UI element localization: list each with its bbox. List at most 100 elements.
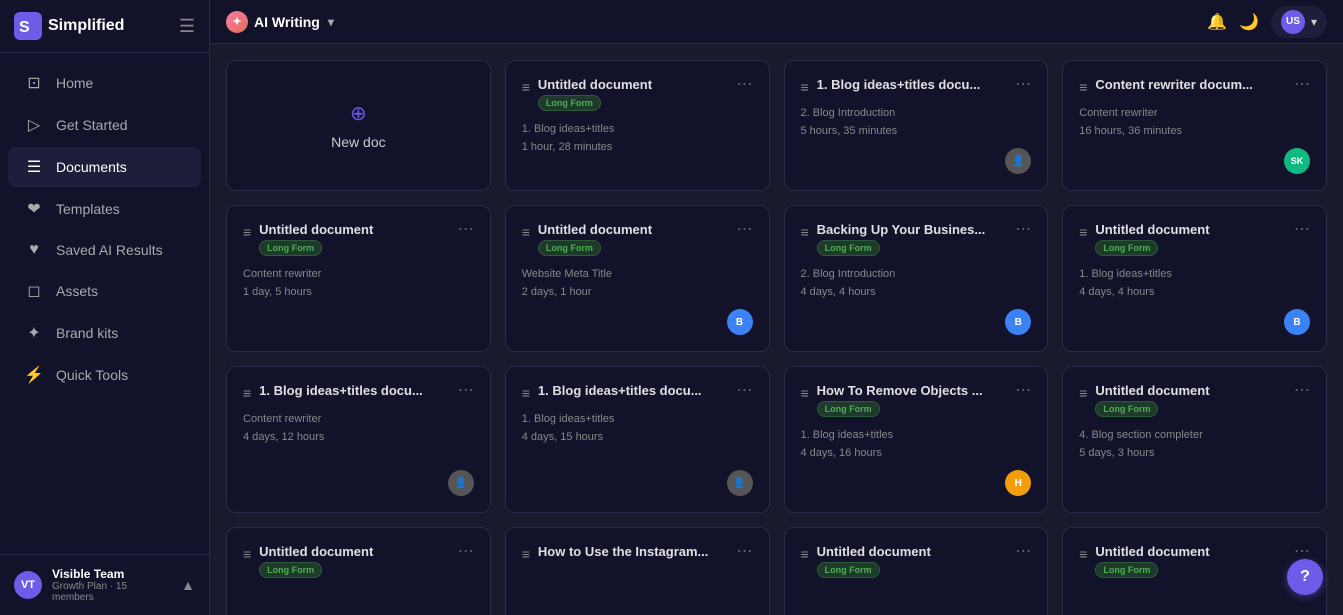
card-title: Untitled document [259,544,450,559]
card-user-avatar: 👤 [448,470,474,496]
help-button[interactable]: ? [1287,559,1323,595]
document-card[interactable]: ≡ Untitled document Long Form ⋯ [226,527,491,615]
get-started-icon: ▷ [24,115,44,135]
card-badge: Long Form [1095,562,1158,578]
sidebar-collapse-button[interactable]: ☰ [179,16,195,37]
sidebar-footer: VT Visible Team Growth Plan · 15 members… [0,554,209,615]
app-name: Simplified [48,17,124,35]
card-user-avatar: B [727,309,753,335]
document-card[interactable]: ≡ How to Use the Instagram... ⋯ [505,527,770,615]
card-title: Untitled document [817,544,1008,559]
doc-icon: ≡ [801,224,809,240]
sidebar-item-templates[interactable]: ❤ Templates [8,189,201,229]
document-card[interactable]: ≡ Content rewriter docum... ⋯ Content re… [1062,60,1327,191]
main-area: ✦ AI Writing ▾ 🔔 🌙 US ▾ ⊕ New doc [210,0,1343,615]
card-header: ≡ 1. Blog ideas+titles docu... ⋯ [243,383,474,401]
card-menu-button[interactable]: ⋯ [1294,222,1310,238]
doc-icon: ≡ [522,224,530,240]
sidebar-item-get-started[interactable]: ▷ Get Started [8,105,201,145]
card-menu-button[interactable]: ⋯ [1294,383,1310,399]
card-menu-button[interactable]: ⋯ [1015,383,1031,399]
card-title-area: Untitled document Long Form [538,77,729,111]
document-card[interactable]: ≡ 1. Blog ideas+titles docu... ⋯ 1. Blog… [505,366,770,513]
card-menu-button[interactable]: ⋯ [737,383,753,399]
content-area: ⊕ New doc ≡ Untitled document Long Form … [210,44,1343,615]
card-meta: 1. Blog ideas+titles 4 days, 16 hours [801,427,1032,462]
sidebar-item-label: Brand kits [56,325,118,341]
card-user-avatar: B [1005,309,1031,335]
card-badge: Long Form [259,562,322,578]
sidebar-item-label: Assets [56,283,98,299]
card-badge: Long Form [817,240,880,256]
card-user-avatar: H [1005,470,1031,496]
sidebar-item-home[interactable]: ⊡ Home [8,63,201,103]
topbar-chevron-icon[interactable]: ▾ [328,15,334,29]
doc-icon: ≡ [1079,224,1087,240]
sidebar-item-label: Saved AI Results [56,242,163,258]
card-title-area: Untitled document Long Form [1095,544,1286,578]
card-header: ≡ 1. Blog ideas+titles docu... ⋯ [801,77,1032,95]
sidebar-item-label: Documents [56,159,127,175]
card-menu-button[interactable]: ⋯ [1015,222,1031,238]
team-expand-icon[interactable]: ▲ [181,577,195,593]
templates-icon: ❤ [24,199,44,219]
sidebar-nav: ⊡ Home ▷ Get Started ☰ Documents ❤ Templ… [0,53,209,554]
card-title: Content rewriter docum... [1095,77,1286,92]
card-menu-button[interactable]: ⋯ [458,222,474,238]
doc-icon: ≡ [801,385,809,401]
card-menu-button[interactable]: ⋯ [737,77,753,93]
card-header: ≡ 1. Blog ideas+titles docu... ⋯ [522,383,753,401]
card-title: Untitled document [1095,222,1286,237]
sidebar-item-documents[interactable]: ☰ Documents [8,147,201,187]
document-card[interactable]: ≡ Untitled document Long Form ⋯ 1. Blog … [1062,205,1327,352]
doc-icon: ≡ [522,79,530,95]
document-card[interactable]: ≡ 1. Blog ideas+titles docu... ⋯ 2. Blog… [784,60,1049,191]
document-card[interactable]: ≡ Untitled document Long Form ⋯ 1. Blog … [505,60,770,191]
card-title: 1. Blog ideas+titles docu... [817,77,1008,92]
theme-toggle-icon[interactable]: 🌙 [1239,12,1259,32]
sidebar-item-label: Quick Tools [56,367,128,383]
card-header: ≡ Untitled document Long Form ⋯ [522,222,753,256]
topbar: ✦ AI Writing ▾ 🔔 🌙 US ▾ [210,0,1343,44]
team-avatar: VT [14,571,42,599]
card-menu-button[interactable]: ⋯ [1015,77,1031,93]
card-menu-button[interactable]: ⋯ [737,544,753,560]
card-title: 1. Blog ideas+titles docu... [538,383,729,398]
document-card[interactable]: ≡ Untitled document Long Form ⋯ 4. Blog … [1062,366,1327,513]
user-menu[interactable]: US ▾ [1271,6,1327,38]
card-title-area: Backing Up Your Busines... Long Form [817,222,1008,256]
card-badge: Long Form [538,95,601,111]
card-menu-button[interactable]: ⋯ [1015,544,1031,560]
document-card[interactable]: ≡ 1. Blog ideas+titles docu... ⋯ Content… [226,366,491,513]
sidebar-item-assets[interactable]: ◻ Assets [8,271,201,311]
team-plan: Growth Plan · 15 members [52,581,171,603]
assets-icon: ◻ [24,281,44,301]
card-menu-button[interactable]: ⋯ [458,544,474,560]
documents-icon: ☰ [24,157,44,177]
doc-icon: ≡ [243,546,251,562]
card-footer: 👤 [801,140,1032,174]
document-card[interactable]: ≡ Untitled document Long Form ⋯ Website … [505,205,770,352]
card-title: Backing Up Your Busines... [817,222,1008,237]
user-chevron-icon: ▾ [1311,15,1317,29]
new-doc-plus-icon: ⊕ [350,101,367,126]
document-card[interactable]: ≡ Untitled document Long Form ⋯ [784,527,1049,615]
card-header: ≡ How to Use the Instagram... ⋯ [522,544,753,562]
card-title: Untitled document [1095,383,1286,398]
document-card[interactable]: ≡ How To Remove Objects ... Long Form ⋯ … [784,366,1049,513]
new-doc-button[interactable]: ⊕ New doc [226,60,491,191]
card-menu-button[interactable]: ⋯ [1294,544,1310,560]
card-meta: 2. Blog Introduction 5 hours, 35 minutes [801,105,1032,140]
card-title-area: How To Remove Objects ... Long Form [817,383,1008,417]
notification-icon[interactable]: 🔔 [1207,12,1227,32]
doc-icon: ≡ [522,385,530,401]
document-card[interactable]: ≡ Untitled document Long Form ⋯ Content … [226,205,491,352]
sidebar-item-quick-tools[interactable]: ⚡ Quick Tools [8,355,201,395]
sidebar-item-saved-ai[interactable]: ♥ Saved AI Results [8,231,201,269]
card-footer: B [522,301,753,335]
card-menu-button[interactable]: ⋯ [737,222,753,238]
card-menu-button[interactable]: ⋯ [1294,77,1310,93]
sidebar-item-brand-kits[interactable]: ✦ Brand kits [8,313,201,353]
document-card[interactable]: ≡ Backing Up Your Busines... Long Form ⋯… [784,205,1049,352]
card-menu-button[interactable]: ⋯ [458,383,474,399]
